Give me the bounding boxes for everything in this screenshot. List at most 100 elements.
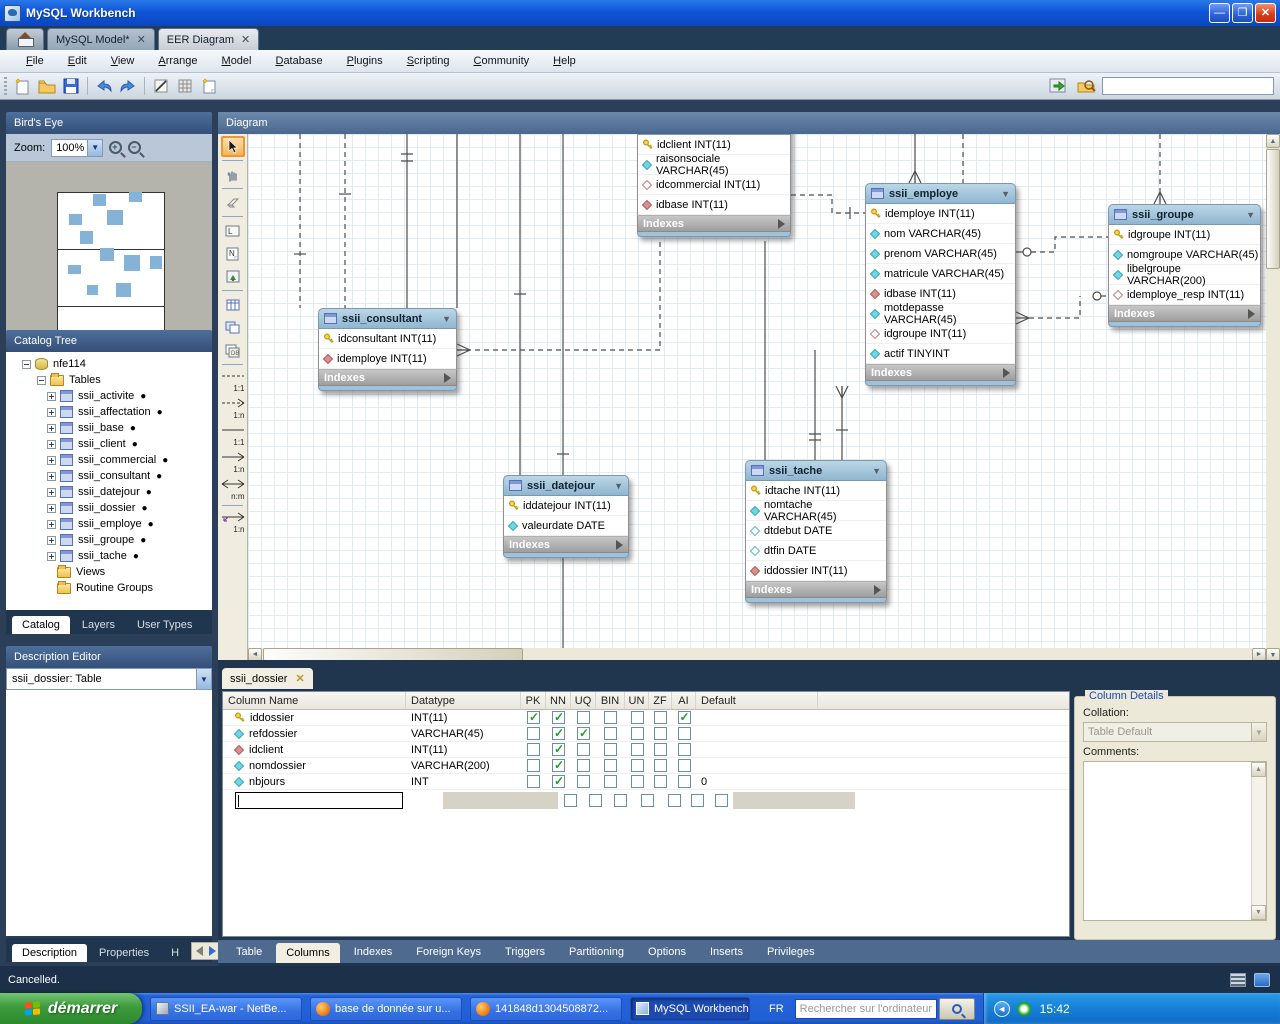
- grid-header-nn[interactable]: NN: [546, 692, 571, 709]
- grid-row-nomdossier[interactable]: nomdossier VARCHAR(200): [223, 758, 1069, 774]
- tab-home[interactable]: [6, 28, 44, 50]
- expand-icon[interactable]: [47, 471, 56, 481]
- tree-item-ssii_employe[interactable]: ssii_employe ●: [6, 516, 212, 532]
- editor-tab-columns[interactable]: Columns: [276, 942, 340, 963]
- relation-tool-6-1-n[interactable]: 1:n: [220, 509, 246, 535]
- checkbox-pk[interactable]: [527, 775, 540, 788]
- er-column[interactable]: nomtache VARCHAR(45): [746, 499, 886, 523]
- language-indicator[interactable]: FR: [764, 1001, 789, 1017]
- grid-header-zf[interactable]: ZF: [649, 692, 672, 709]
- menu-file[interactable]: File: [14, 52, 56, 70]
- checkbox-zf[interactable]: [691, 793, 704, 807]
- checkbox-zf[interactable]: [654, 759, 667, 772]
- tree-item-ssii_dossier[interactable]: ssii_dossier ●: [6, 500, 212, 516]
- editor-tab-table[interactable]: Table: [226, 942, 272, 962]
- checkbox-nn[interactable]: [589, 793, 602, 807]
- open-file-button[interactable]: [36, 76, 58, 96]
- checkbox-pk[interactable]: [564, 793, 577, 807]
- tree-item-ssii_consultant[interactable]: ssii_consultant ●: [6, 468, 212, 484]
- editor-tab-indexes[interactable]: Indexes: [344, 942, 403, 962]
- tab-catalog[interactable]: Catalog: [12, 616, 70, 634]
- er-indexes-bar[interactable]: Indexes: [318, 369, 457, 386]
- expand-icon[interactable]: [47, 487, 56, 497]
- tree-item-ssii_affectation[interactable]: ssii_affectation ●: [6, 404, 212, 420]
- tab-description[interactable]: Description: [12, 944, 88, 962]
- tree-item-routine-groups[interactable]: Routine Groups: [6, 580, 212, 596]
- layer-tool[interactable]: L: [221, 220, 245, 241]
- checkbox-un[interactable]: [630, 775, 644, 788]
- tab-properties[interactable]: Properties: [89, 944, 159, 962]
- er-column[interactable]: iddossier INT(11): [746, 561, 886, 581]
- er-column[interactable]: idemploye_resp INT(11): [1109, 285, 1260, 305]
- editor-tab-privileges[interactable]: Privileges: [757, 942, 825, 962]
- er-column[interactable]: actif TINYINT: [866, 344, 1015, 364]
- tree-item-ssii_tache[interactable]: ssii_tache ●: [6, 548, 212, 564]
- grid-header-datatype[interactable]: Datatype: [406, 692, 521, 709]
- checkbox-bin[interactable]: [604, 711, 617, 724]
- checkbox-ai[interactable]: [677, 727, 691, 740]
- checkbox-uq[interactable]: [577, 775, 590, 788]
- checkbox-ai[interactable]: [714, 793, 728, 807]
- checkbox-bin[interactable]: [604, 743, 617, 756]
- collapse-arrow-icon[interactable]: ▼: [442, 314, 451, 324]
- tree-item-ssii_datejour[interactable]: ssii_datejour ●: [6, 484, 212, 500]
- pan-tool[interactable]: [221, 164, 245, 185]
- checkbox-zf[interactable]: [654, 727, 667, 740]
- taskbar-search-input[interactable]: [794, 998, 937, 1019]
- image-tool[interactable]: [221, 266, 245, 287]
- checkbox-un[interactable]: [630, 759, 644, 772]
- er-table-ssii_datejour[interactable]: ssii_datejour ▼ iddatejour INT(11) valeurda…: [503, 475, 629, 558]
- er-indexes-bar[interactable]: Indexes: [745, 581, 887, 598]
- tree-item-views[interactable]: Views: [6, 564, 212, 580]
- er-column[interactable]: matricule VARCHAR(45): [866, 264, 1015, 284]
- er-column[interactable]: dtfin DATE: [746, 541, 886, 561]
- taskbar-button-ssii-ea-war-netbe-[interactable]: SSII_EA-war - NetBe...: [150, 996, 302, 1021]
- menu-community[interactable]: Community: [462, 52, 542, 70]
- er-column[interactable]: idgroupe INT(11): [866, 324, 1015, 344]
- editor-tab-triggers[interactable]: Triggers: [495, 942, 555, 962]
- er-column[interactable]: valeurdate DATE: [504, 516, 628, 536]
- tab-layers[interactable]: Layers: [72, 616, 125, 634]
- new-note-button[interactable]: [198, 76, 220, 96]
- collapse-arrow-icon[interactable]: ▼: [614, 481, 623, 491]
- eraser-tool[interactable]: [221, 192, 245, 213]
- collapse-icon[interactable]: [22, 359, 31, 369]
- collapse-arrow-icon[interactable]: ▼: [1246, 210, 1255, 220]
- checkbox-un[interactable]: [630, 711, 644, 724]
- tree-item-ssii_client[interactable]: ssii_client ●: [6, 436, 212, 452]
- zoom-in-icon[interactable]: +: [109, 141, 123, 154]
- tab-scroll-arrows[interactable]: [191, 942, 222, 960]
- er-column[interactable]: idcommercial INT(11): [638, 175, 790, 195]
- start-button[interactable]: démarrer: [0, 993, 142, 1024]
- er-table-clipped[interactable]: ▼idclient INT(11)raisonsociale VARCHAR(4…: [637, 134, 791, 237]
- checkbox-pk[interactable]: [527, 727, 540, 740]
- collapse-arrow-icon[interactable]: ▼: [1001, 189, 1010, 199]
- er-table-header[interactable]: ssii_employe ▼: [865, 183, 1016, 204]
- checkbox-ai[interactable]: [677, 759, 691, 772]
- checkbox-uq[interactable]: [577, 743, 590, 756]
- new-column-name-input[interactable]: [235, 791, 403, 809]
- er-column[interactable]: idemploye INT(11): [319, 349, 456, 369]
- checkbox-nn[interactable]: [552, 710, 565, 724]
- list-view-icon[interactable]: [1230, 972, 1246, 987]
- menu-model[interactable]: Model: [210, 52, 264, 70]
- grid-header-default[interactable]: Default: [696, 692, 818, 709]
- er-column[interactable]: nom VARCHAR(45): [866, 224, 1015, 244]
- checkbox-uq[interactable]: [577, 726, 590, 740]
- grid-header-pk[interactable]: PK: [521, 692, 546, 709]
- forward-engineer-icon[interactable]: [1047, 76, 1069, 96]
- er-table-header[interactable]: ssii_consultant ▼: [318, 308, 457, 329]
- checkbox-zf[interactable]: [654, 743, 667, 756]
- tray-status-icon[interactable]: [1016, 1001, 1031, 1016]
- checkbox-un[interactable]: [630, 727, 644, 740]
- expand-icon[interactable]: [47, 535, 56, 545]
- er-column[interactable]: raisonsociale VARCHAR(45): [638, 153, 790, 177]
- checkbox-nn[interactable]: [552, 758, 565, 772]
- checkbox-bin[interactable]: [641, 793, 654, 807]
- taskbar-button-141848d1304508872-[interactable]: 141848d1304508872...: [470, 996, 622, 1021]
- relation-tool-4-1-n[interactable]: 1:n: [220, 449, 246, 475]
- tree-item-schema[interactable]: nfe114: [6, 356, 212, 372]
- tab-h[interactable]: H: [161, 944, 189, 962]
- select-tool[interactable]: [220, 136, 245, 157]
- menu-scripting[interactable]: Scripting: [395, 52, 462, 70]
